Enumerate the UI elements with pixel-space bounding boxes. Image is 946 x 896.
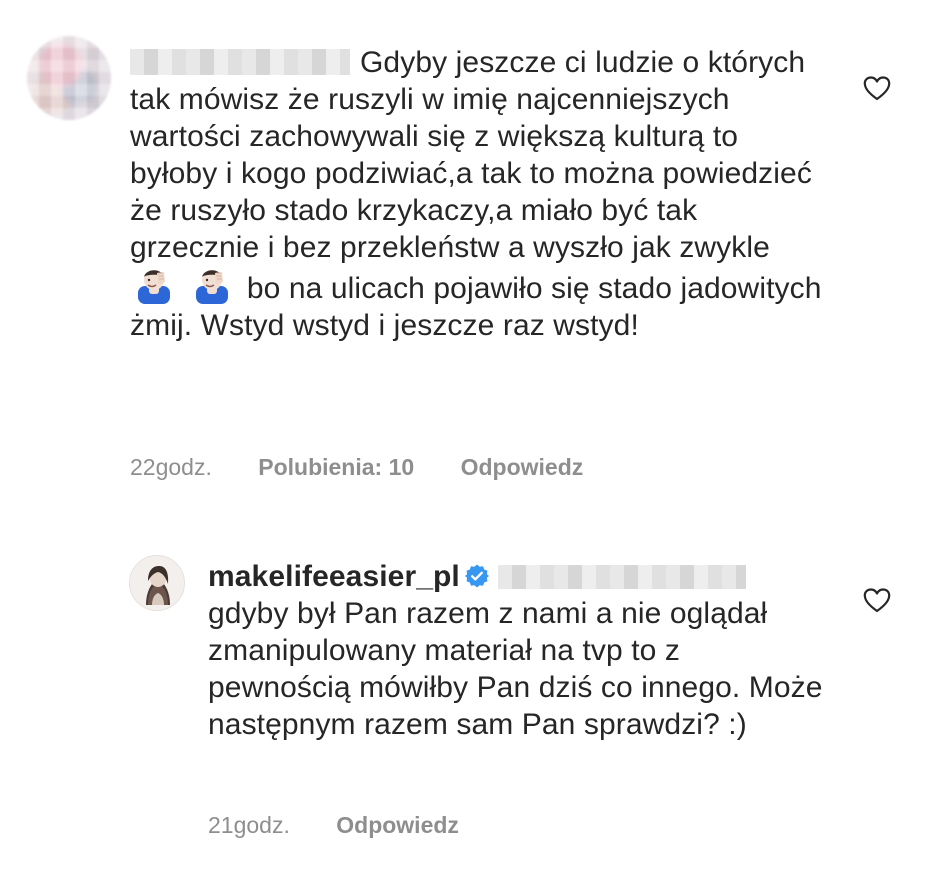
reply-button[interactable]: Odpowiedz: [461, 452, 584, 482]
comment-body: makelifeeasier_pl gdyby był Pan razem z …: [208, 558, 828, 743]
avatar-image: [130, 556, 184, 610]
likes-count[interactable]: Polubienia: 10: [258, 452, 414, 482]
reply-button[interactable]: Odpowiedz: [336, 810, 459, 840]
blurred-mention[interactable]: [497, 565, 746, 589]
verified-badge-icon: [464, 564, 489, 588]
heart-icon[interactable]: [862, 74, 892, 102]
avatar-blurred[interactable]: [27, 36, 111, 120]
facepalm-emoji: [138, 270, 170, 304]
username[interactable]: makelifeeasier_pl: [208, 560, 460, 593]
comment-text-start: Gdyby jeszcze ci ludzie o: [360, 46, 700, 79]
facepalm-emoji: [196, 270, 229, 304]
comment-meta: 21godz. Odpowiedz: [208, 810, 459, 840]
avatar[interactable]: [129, 555, 185, 611]
comment-time: 21godz.: [208, 812, 290, 838]
comment-meta: 22godz. Polubienia: 10 Odpowiedz: [130, 452, 583, 482]
reply-text: gdyby był Pan razem z nami a nie oglądał…: [208, 597, 823, 741]
heart-icon[interactable]: [862, 586, 892, 614]
comment-body: Gdyby jeszcze ci ludzie o których tak mó…: [130, 44, 830, 344]
blurred-username[interactable]: [130, 49, 350, 75]
comment-time: 22godz.: [130, 454, 212, 480]
